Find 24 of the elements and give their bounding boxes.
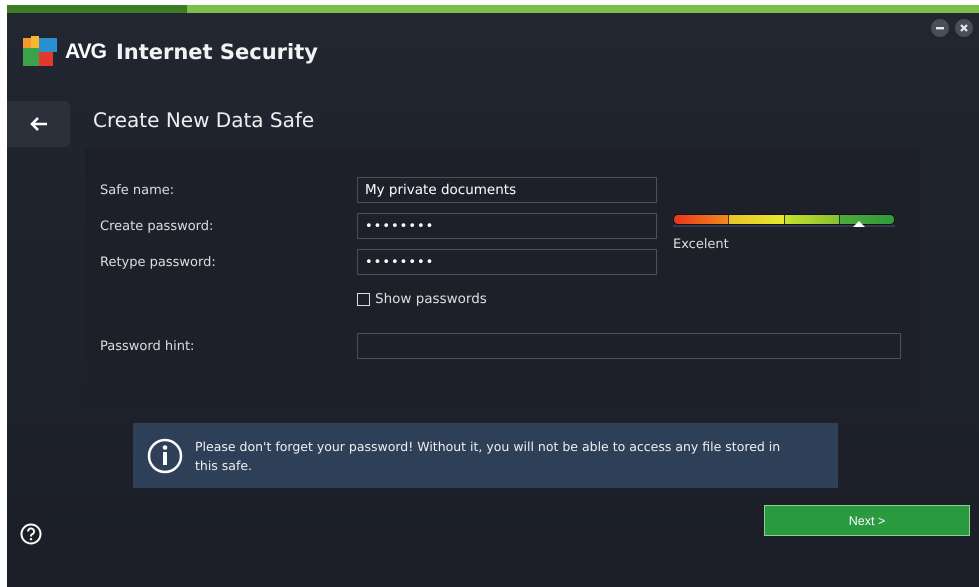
minimize-button[interactable]: [931, 19, 949, 37]
field-label: Create password:: [100, 218, 214, 234]
back-arrow-icon: [28, 116, 48, 132]
window-title: Internet Security: [116, 40, 318, 64]
back-button[interactable]: [7, 101, 70, 147]
input-field[interactable]: My private documents: [357, 177, 657, 203]
field-label: Password hint:: [100, 338, 196, 354]
brand-name: AVG: [65, 40, 106, 64]
field-label: Safe name:: [100, 182, 176, 198]
close-button[interactable]: [955, 19, 973, 37]
strength-label: Excelent: [673, 237, 730, 252]
field-label: Retype password:: [100, 254, 217, 270]
password-field[interactable]: ••••••••: [357, 249, 657, 275]
input-field[interactable]: [357, 333, 901, 359]
close-icon: [959, 23, 969, 33]
info-icon: [147, 438, 183, 474]
help-icon[interactable]: [20, 523, 42, 545]
checkbox[interactable]: [357, 292, 370, 306]
password-field[interactable]: ••••••••: [357, 213, 657, 239]
logo-icon: [23, 36, 59, 68]
next-button[interactable]: Next >: [764, 505, 970, 536]
info-message: Please don't forget your password! Without it, you will not be able to access any file stored in this safe.: [195, 438, 782, 474]
page-title: Create New Data Safe: [93, 108, 316, 134]
checkbox-label[interactable]: Show passwords: [375, 291, 487, 307]
